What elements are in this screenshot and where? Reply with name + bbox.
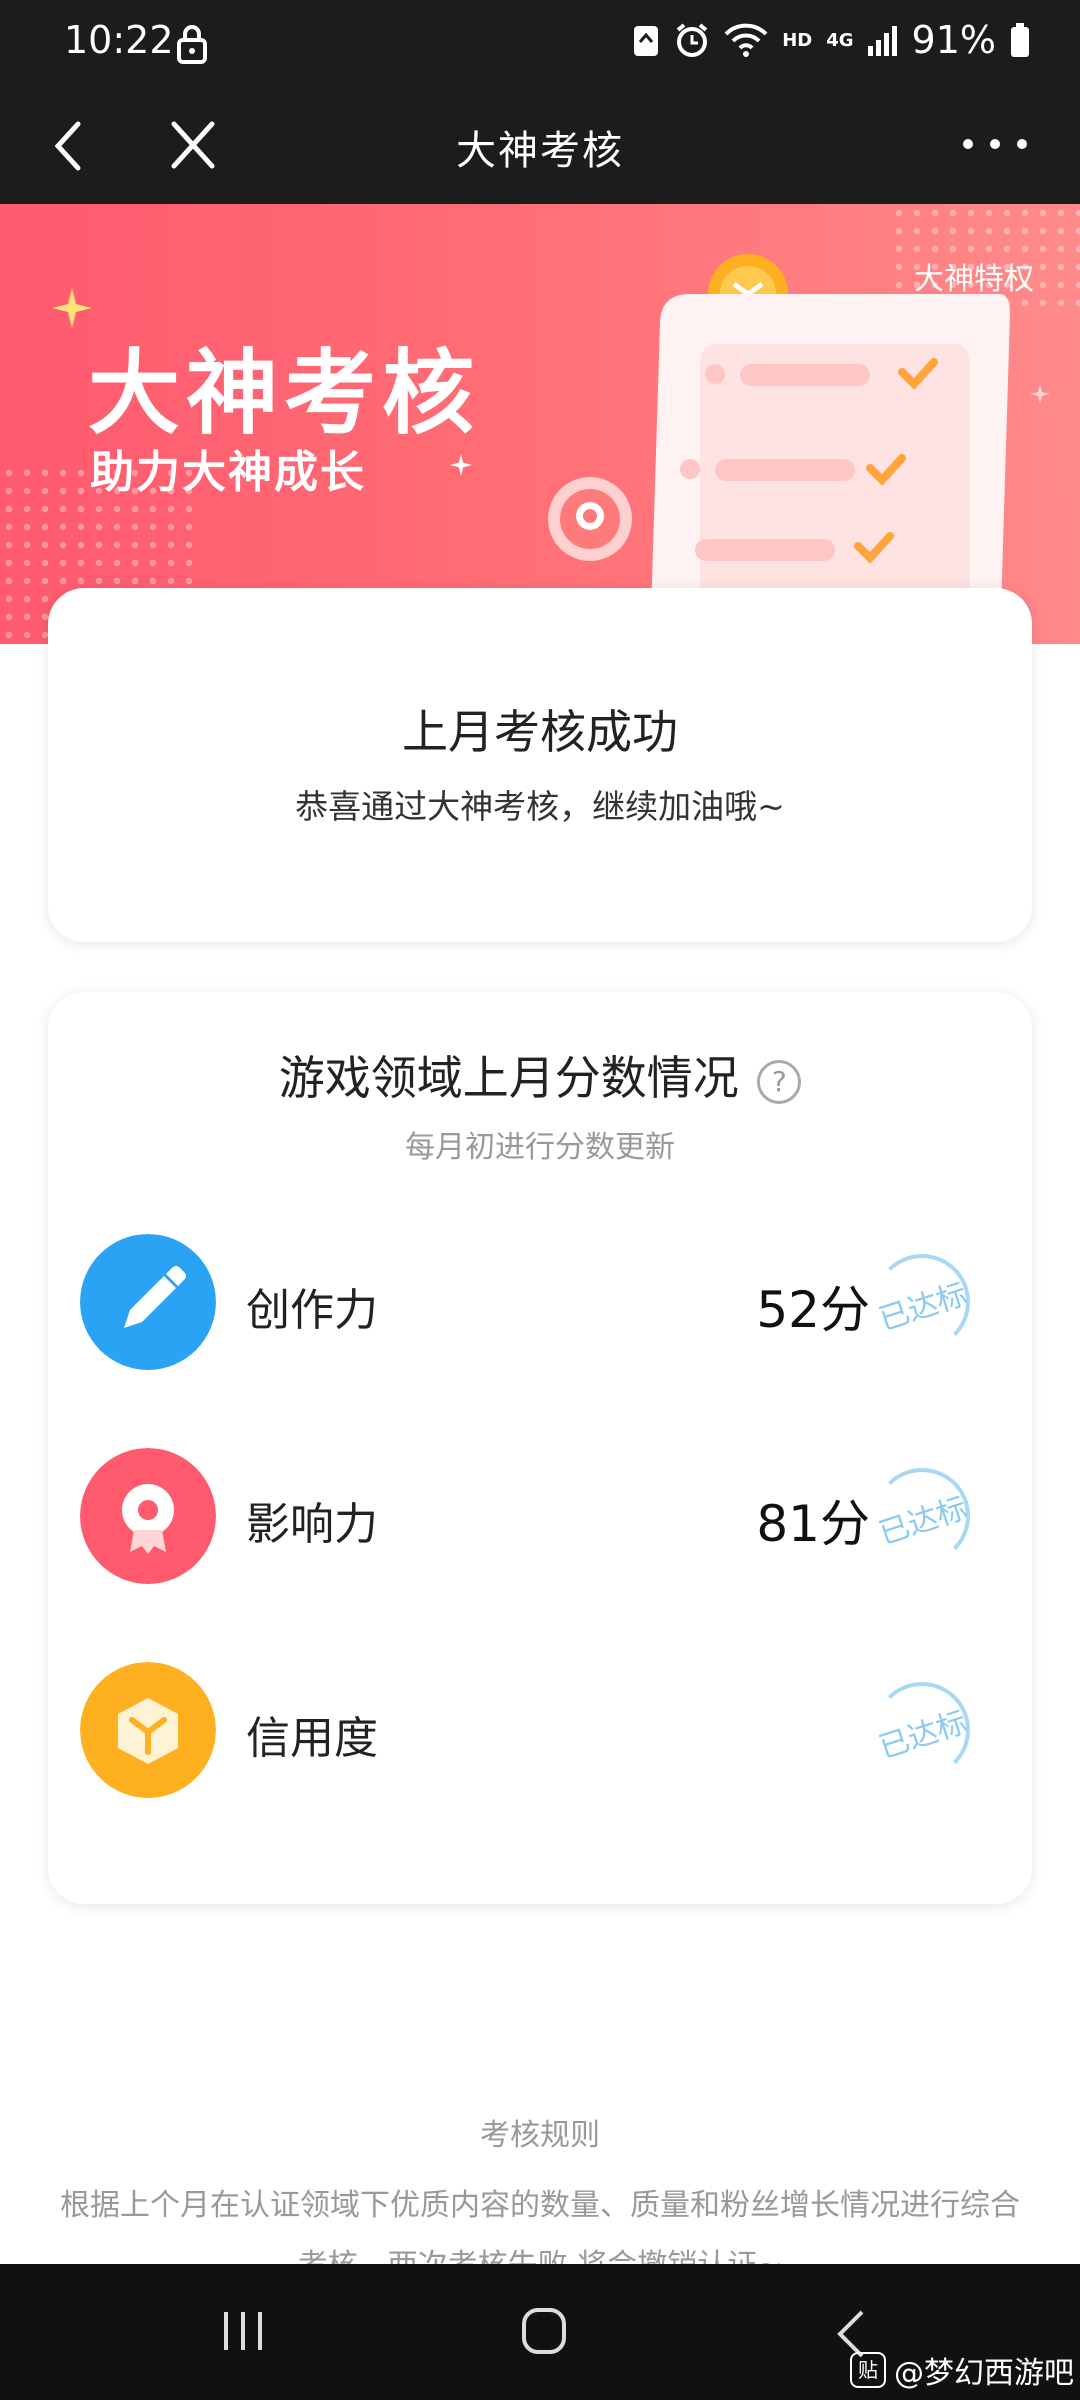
lock-icon [177,25,207,64]
row-score: 52分 [756,1281,870,1339]
result-card: 上月考核成功 恭喜通过大神考核，继续加油哦~ [48,588,1032,942]
row-label: 影响力 [246,1499,378,1550]
score-card: 游戏领域上月分数情况 ? 每月初进行分数更新 创作力 52分 已达标 影响力 8… [48,992,1032,1904]
watermark-logo: 贴 [850,2352,886,2388]
result-title: 上月考核成功 [402,705,678,759]
cube-icon [80,1662,216,1798]
alarm-icon [676,23,708,57]
banner-subtitle: 助力大神成长 [90,447,366,498]
score-row-creativity: 创作力 52分 已达标 [80,1234,1000,1374]
row-label: 创作力 [246,1285,378,1336]
qualified-stamp: 已达标 [874,1254,971,1350]
checklist-illustration [548,254,1010,644]
sparkle-icon [52,288,92,328]
signal-icon [867,26,897,56]
more-icon[interactable] [960,124,1030,164]
status-icons: HD 4G 91% [632,18,1030,62]
pencil-icon [80,1234,216,1370]
home-icon[interactable] [520,2306,568,2356]
qualified-stamp: 已达标 [874,1468,971,1564]
battery-percent: 91% [911,18,996,62]
wifi-icon [724,23,768,57]
recycle-icon [634,26,659,56]
signal-type: 4G [826,29,854,51]
medal-icon [80,1448,216,1584]
recent-apps-icon[interactable] [220,2308,266,2354]
row-score: 81分 [756,1495,870,1553]
score-title-text: 游戏领域上月分数情况 [278,1051,739,1105]
battery-icon [1011,23,1029,57]
nav-bar: 大神考核 [0,88,1080,204]
hd-indicator: HD [782,29,813,51]
score-card-title: 游戏领域上月分数情况 ? [48,1042,1032,1108]
watermark: 贴 @梦幻西游吧 [850,2348,1074,2392]
page-title: 大神考核 [456,128,624,174]
qualified-stamp: 已达标 [874,1682,971,1778]
status-bar: 10:22 HD 4G 91% [0,0,1080,88]
help-icon[interactable]: ? [757,1059,802,1104]
watermark-text: @梦幻西游吧 [894,2356,1074,2391]
sparkle-icon [450,454,472,476]
hero-banner: 大神考核 助力大神成长 大神特权 [0,204,1080,644]
row-label: 信用度 [246,1713,378,1764]
rules-text: 根据上个月在认证领域下优质内容的数量、质量和粉丝增长情况进行综合考核，两次考核失… [60,2188,1020,2264]
score-card-subtitle: 每月初进行分数更新 [405,1130,675,1165]
rules-title: 考核规则 [480,2118,600,2153]
result-subtitle: 恭喜通过大神考核，继续加油哦~ [295,787,785,826]
score-row-credit: 信用度 已达标 [80,1662,1000,1802]
banner-title: 大神考核 [88,340,481,447]
score-row-influence: 影响力 81分 已达标 [80,1448,1000,1588]
status-time: 10:22 [64,18,174,62]
